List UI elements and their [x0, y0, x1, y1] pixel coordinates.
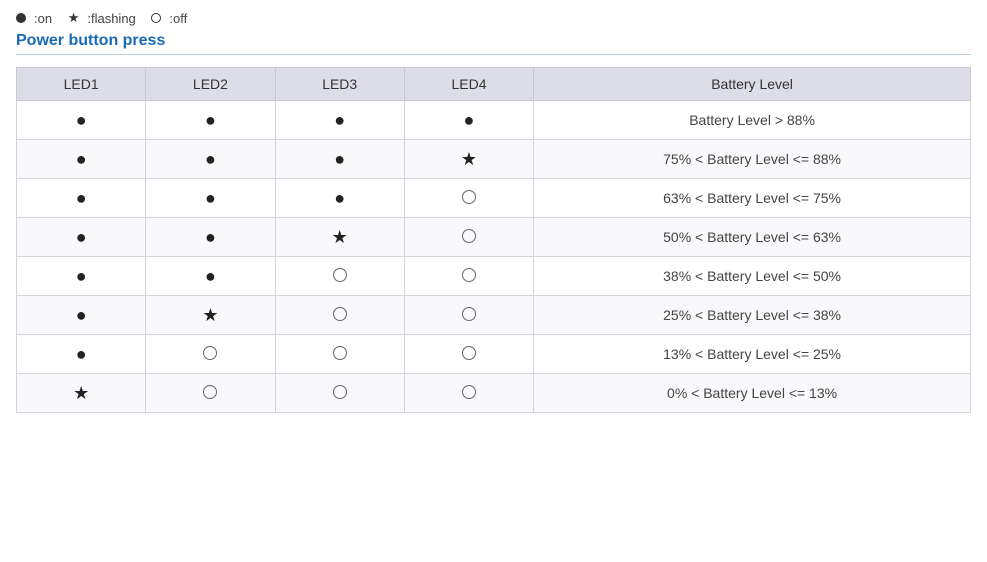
led-on-icon: ● — [205, 149, 216, 169]
cell-battery-row0: Battery Level > 88% — [534, 101, 971, 140]
cell-led4-row1: ★ — [404, 140, 533, 179]
table-header-row: LED1 LED2 LED3 LED4 Battery Level — [17, 68, 971, 101]
led-flashing-icon: ★ — [73, 383, 89, 403]
cell-battery-row4: 38% < Battery Level <= 50% — [534, 257, 971, 296]
cell-battery-row6: 13% < Battery Level <= 25% — [534, 335, 971, 374]
led-off-icon — [333, 385, 347, 399]
legend-flashing-icon: ★ — [68, 10, 80, 26]
led-off-icon — [462, 190, 476, 204]
legend-flashing-label: :flashing — [87, 11, 135, 26]
cell-led3-row5 — [275, 296, 404, 335]
legend-row: :on ★ :flashing :off — [16, 10, 971, 26]
led-off-icon — [462, 307, 476, 321]
cell-led1-row5: ● — [17, 296, 146, 335]
table-row: ★ 0% < Battery Level <= 13% — [17, 374, 971, 413]
led-off-icon — [462, 346, 476, 360]
legend-on-label: :on — [34, 11, 52, 26]
cell-led2-row1: ● — [146, 140, 275, 179]
cell-led2-row6 — [146, 335, 275, 374]
led-on-icon: ● — [205, 227, 216, 247]
cell-led2-row7 — [146, 374, 275, 413]
table-row: ● ★ 25% < Battery Level <= 38% — [17, 296, 971, 335]
led-on-icon: ● — [76, 188, 87, 208]
cell-led3-row4 — [275, 257, 404, 296]
led-off-icon — [333, 268, 347, 282]
led-flashing-icon: ★ — [202, 305, 218, 325]
cell-led2-row0: ● — [146, 101, 275, 140]
cell-led4-row7 — [404, 374, 533, 413]
table-row: ● ● 38% < Battery Level <= 50% — [17, 257, 971, 296]
cell-led3-row6 — [275, 335, 404, 374]
led-flashing-icon: ★ — [332, 227, 348, 247]
cell-led2-row3: ● — [146, 218, 275, 257]
battery-table: LED1 LED2 LED3 LED4 Battery Level ● ● ● ● Ba… — [16, 67, 971, 413]
legend-off-icon — [151, 13, 161, 23]
col-battery: Battery Level — [534, 68, 971, 101]
table-row: ● 13% < Battery Level <= 25% — [17, 335, 971, 374]
col-led1: LED1 — [17, 68, 146, 101]
col-led2: LED2 — [146, 68, 275, 101]
table-row: ● ● ● ★ 75% < Battery Level <= 88% — [17, 140, 971, 179]
led-flashing-icon: ★ — [461, 149, 477, 169]
cell-battery-row7: 0% < Battery Level <= 13% — [534, 374, 971, 413]
cell-led2-row2: ● — [146, 179, 275, 218]
cell-led1-row4: ● — [17, 257, 146, 296]
col-led4: LED4 — [404, 68, 533, 101]
cell-battery-row3: 50% < Battery Level <= 63% — [534, 218, 971, 257]
cell-led2-row5: ★ — [146, 296, 275, 335]
col-led3: LED3 — [275, 68, 404, 101]
cell-led3-row1: ● — [275, 140, 404, 179]
cell-led1-row2: ● — [17, 179, 146, 218]
led-on-icon: ● — [205, 110, 216, 130]
led-off-icon — [333, 307, 347, 321]
cell-led1-row3: ● — [17, 218, 146, 257]
cell-led4-row4 — [404, 257, 533, 296]
led-on-icon: ● — [334, 110, 345, 130]
cell-led3-row2: ● — [275, 179, 404, 218]
cell-led4-row5 — [404, 296, 533, 335]
led-on-icon: ● — [76, 305, 87, 325]
cell-battery-row5: 25% < Battery Level <= 38% — [534, 296, 971, 335]
table-row: ● ● ★ 50% < Battery Level <= 63% — [17, 218, 971, 257]
table-row: ● ● ● ● Battery Level > 88% — [17, 101, 971, 140]
cell-led4-row3 — [404, 218, 533, 257]
cell-battery-row1: 75% < Battery Level <= 88% — [534, 140, 971, 179]
cell-led4-row6 — [404, 335, 533, 374]
led-off-icon — [462, 229, 476, 243]
led-on-icon: ● — [76, 227, 87, 247]
cell-led4-row0: ● — [404, 101, 533, 140]
led-on-icon: ● — [334, 149, 345, 169]
led-on-icon: ● — [76, 110, 87, 130]
led-on-icon: ● — [464, 110, 475, 130]
led-off-icon — [333, 346, 347, 360]
led-on-icon: ● — [205, 266, 216, 286]
legend-on-icon — [16, 13, 26, 23]
cell-led3-row0: ● — [275, 101, 404, 140]
cell-led3-row7 — [275, 374, 404, 413]
led-on-icon: ● — [76, 149, 87, 169]
cell-led1-row7: ★ — [17, 374, 146, 413]
led-off-icon — [203, 346, 217, 360]
section-title: Power button press — [16, 32, 971, 55]
legend-off-label: :off — [169, 11, 187, 26]
led-on-icon: ● — [76, 266, 87, 286]
cell-led1-row1: ● — [17, 140, 146, 179]
cell-led3-row3: ★ — [275, 218, 404, 257]
led-on-icon: ● — [205, 188, 216, 208]
cell-led2-row4: ● — [146, 257, 275, 296]
cell-led1-row0: ● — [17, 101, 146, 140]
led-on-icon: ● — [334, 188, 345, 208]
cell-battery-row2: 63% < Battery Level <= 75% — [534, 179, 971, 218]
led-off-icon — [203, 385, 217, 399]
table-row: ● ● ● 63% < Battery Level <= 75% — [17, 179, 971, 218]
cell-led1-row6: ● — [17, 335, 146, 374]
led-off-icon — [462, 268, 476, 282]
cell-led4-row2 — [404, 179, 533, 218]
led-on-icon: ● — [76, 344, 87, 364]
led-off-icon — [462, 385, 476, 399]
